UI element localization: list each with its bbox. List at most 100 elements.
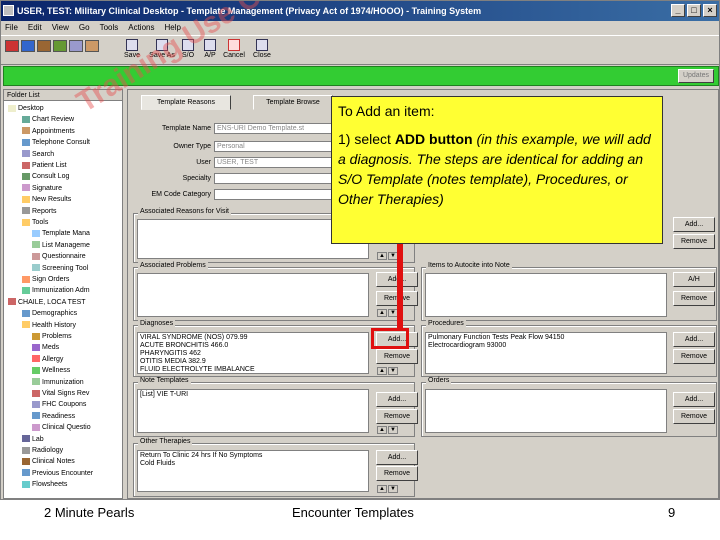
folder-icon[interactable] <box>37 40 51 52</box>
maximize-button[interactable]: □ <box>687 4 701 17</box>
sidebar-item[interactable]: Questionnaire <box>32 252 86 262</box>
specialty-select[interactable] <box>214 173 332 184</box>
sidebar-item[interactable]: Flowsheets <box>22 480 67 490</box>
menu-view[interactable]: View <box>52 21 69 35</box>
other-therapies-remove-button[interactable]: Remove <box>376 466 418 481</box>
down-arrow-icon[interactable]: ▼ <box>388 426 398 434</box>
up-arrow-icon[interactable]: ▲ <box>377 485 387 493</box>
save-button[interactable]: Save <box>117 39 147 65</box>
person-icon[interactable] <box>53 40 67 52</box>
list-item[interactable]: Electrocardiogram 93000 <box>428 342 664 350</box>
sidebar-item[interactable]: Template Mana <box>32 229 90 239</box>
chart-icon[interactable] <box>21 40 35 52</box>
menu-actions[interactable]: Actions <box>128 21 154 35</box>
other-therapies-order-arrows[interactable]: ▲ ▼ <box>377 485 401 493</box>
minimize-button[interactable]: _ <box>671 4 685 17</box>
sidebar-item[interactable]: Vital Signs Rev <box>32 389 89 399</box>
procedures-add-button[interactable]: Add... <box>673 332 715 347</box>
list-item[interactable]: ACUTE BRONCHITIS 466.0 <box>140 342 366 350</box>
sidebar-item[interactable]: Allergy <box>32 355 63 365</box>
tab-template-browse[interactable]: Template Browse <box>253 95 333 110</box>
notes-icon[interactable] <box>85 40 99 52</box>
list-item[interactable]: Pulmonary Function Tests Peak Flow 94150 <box>428 334 664 342</box>
sidebar-item[interactable]: Immunization <box>32 378 84 388</box>
sidebar-item[interactable]: Radiology <box>22 446 63 456</box>
down-arrow-icon[interactable]: ▼ <box>388 485 398 493</box>
tab-template-reasons[interactable]: Template Reasons <box>141 95 231 110</box>
note-templates-remove-button[interactable]: Remove <box>376 409 418 424</box>
checkmark-icon[interactable] <box>5 40 19 52</box>
sidebar-item[interactable]: Chart Review <box>22 115 74 125</box>
sidebar-item[interactable]: Meds <box>32 343 59 353</box>
sidebar-item[interactable]: New Results <box>22 195 71 205</box>
diagnoses-list[interactable]: VIRAL SYNDROME (NOS) 079.99 ACUTE BRONCH… <box>137 332 369 374</box>
menu-go[interactable]: Go <box>79 21 90 35</box>
other-therapies-list[interactable]: Return To Clinic 24 hrs If No Symptoms C… <box>137 450 369 492</box>
sidebar-item[interactable]: Screening Tool <box>32 264 88 274</box>
menu-tools[interactable]: Tools <box>100 21 119 35</box>
menu-edit[interactable]: Edit <box>28 21 42 35</box>
close-button[interactable]: Close <box>247 39 277 65</box>
template-name-input[interactable]: ENS-URI Demo Template.st <box>214 123 332 134</box>
up-arrow-icon[interactable]: ▲ <box>377 252 387 260</box>
sidebar-item[interactable]: Previous Encounter <box>22 469 93 479</box>
sidebar-item[interactable]: Wellness <box>32 366 70 376</box>
other-therapies-add-button[interactable]: Add... <box>376 450 418 465</box>
sidebar-item[interactable]: Search <box>22 150 54 160</box>
close-window-button[interactable]: × <box>703 4 717 17</box>
menu-help[interactable]: Help <box>164 21 180 35</box>
pen-icon[interactable] <box>69 40 83 52</box>
note-templates-order-arrows[interactable]: ▲ ▼ <box>377 426 401 434</box>
list-item[interactable]: [List] VIE T-URI <box>140 391 366 399</box>
reasons-add-button[interactable]: Add... <box>673 217 715 232</box>
sidebar-item[interactable]: List Manageme <box>32 241 90 251</box>
sidebar-item[interactable]: Telephone Consult <box>22 138 90 148</box>
autocite-ah-button[interactable]: A/H <box>673 272 715 287</box>
problems-list[interactable] <box>137 273 369 317</box>
sidebar-item[interactable]: Consult Log <box>22 172 69 182</box>
sidebar-item[interactable]: Demographics <box>22 309 77 319</box>
up-arrow-icon[interactable]: ▲ <box>377 367 387 375</box>
sidebar-item[interactable]: Sign Orders <box>22 275 69 285</box>
procedures-remove-button[interactable]: Remove <box>673 349 715 364</box>
procedures-list[interactable]: Pulmonary Function Tests Peak Flow 94150… <box>425 332 667 374</box>
updates-button[interactable]: Updates <box>678 69 714 83</box>
list-item[interactable]: Return To Clinic 24 hrs If No Symptoms <box>140 452 366 460</box>
list-item[interactable]: FLUID ELECTROLYTE IMBALANCE <box>140 366 366 373</box>
sidebar-item[interactable]: Signature <box>22 184 62 194</box>
user-field[interactable]: USER, TEST <box>214 157 332 168</box>
sidebar-item[interactable]: Appointments <box>22 127 75 137</box>
list-item[interactable]: PHARYNGITIS 462 <box>140 350 366 358</box>
orders-list[interactable] <box>425 389 667 433</box>
orders-remove-button[interactable]: Remove <box>673 409 715 424</box>
sidebar-item[interactable]: Reports <box>22 207 57 217</box>
list-item[interactable]: VIRAL SYNDROME (NOS) 079.99 <box>140 334 366 342</box>
sidebar-item[interactable]: Clinical Notes <box>22 457 75 467</box>
sidebar-item[interactable]: Lab <box>22 435 44 445</box>
reasons-remove-button[interactable]: Remove <box>673 234 715 249</box>
autocite-remove-button[interactable]: Remove <box>673 291 715 306</box>
sidebar-item[interactable]: Desktop <box>8 104 44 114</box>
autocite-list[interactable] <box>425 273 667 317</box>
owner-type-select[interactable]: Personal <box>214 141 332 152</box>
sidebar-item[interactable]: Problems <box>32 332 72 342</box>
up-arrow-icon[interactable]: ▲ <box>377 426 387 434</box>
diagnoses-order-arrows[interactable]: ▲ ▼ <box>377 367 401 375</box>
sidebar-item[interactable]: Tools <box>22 218 48 228</box>
sidebar-item[interactable]: Health History <box>22 321 76 331</box>
cancel-button[interactable]: Cancel <box>219 39 249 65</box>
sidebar-item[interactable]: Clinical Questio <box>32 423 91 433</box>
sidebar-item[interactable]: FHC Coupons <box>32 400 86 410</box>
menu-file[interactable]: File <box>5 21 18 35</box>
note-templates-list[interactable]: [List] VIE T-URI <box>137 389 369 433</box>
up-arrow-icon[interactable]: ▲ <box>377 309 387 317</box>
diagnoses-remove-button[interactable]: Remove <box>376 349 418 364</box>
note-templates-add-button[interactable]: Add... <box>376 392 418 407</box>
em-code-select[interactable] <box>214 189 332 200</box>
list-item[interactable]: OTITIS MEDIA 382.9 <box>140 358 366 366</box>
sidebar-item[interactable]: Readiness <box>32 412 75 422</box>
down-arrow-icon[interactable]: ▼ <box>388 367 398 375</box>
sidebar-item[interactable]: Immunization Adm <box>22 286 90 296</box>
sidebar-item[interactable]: Patient List <box>22 161 67 171</box>
sidebar-item[interactable]: CHAILE, LOCA TEST <box>8 298 86 308</box>
